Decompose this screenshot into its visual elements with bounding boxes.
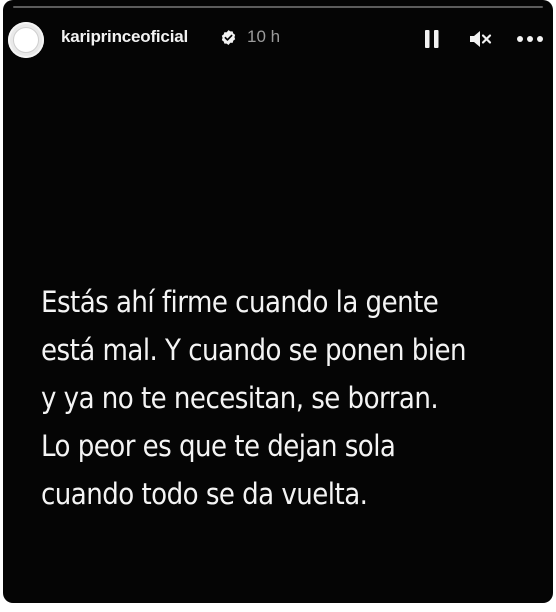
mute-button[interactable] [467,26,493,52]
verified-badge-icon [221,30,236,45]
more-horizontal-icon [517,36,543,42]
post-time: 10 h [247,27,281,46]
pause-icon [425,30,439,48]
story-text-line: cuando todo se da vuelta. [41,477,368,511]
story-text-line: Estás ahí firme cuando la gente [41,285,439,319]
avatar[interactable] [8,22,44,58]
username-link[interactable]: kariprinceoficial [61,27,188,47]
story-header: kariprinceoficial 10 h [3,12,553,68]
story-text-line: está mal. Y cuando se ponen bien [41,333,467,367]
story-text-line: y ya no te necesitan, se borran. [41,381,439,415]
story-viewer[interactable]: kariprinceoficial 10 h Estás ahí firme c… [3,0,553,603]
speaker-muted-icon [470,31,492,47]
more-options-button[interactable] [515,26,545,52]
pause-button[interactable] [419,26,445,52]
avatar-image [13,27,39,53]
story-text-line: Lo peor es que te dejan sola [41,429,396,463]
story-text: Estás ahí firme cuando la gente está mal… [41,278,491,518]
story-progress-bar [13,6,543,8]
